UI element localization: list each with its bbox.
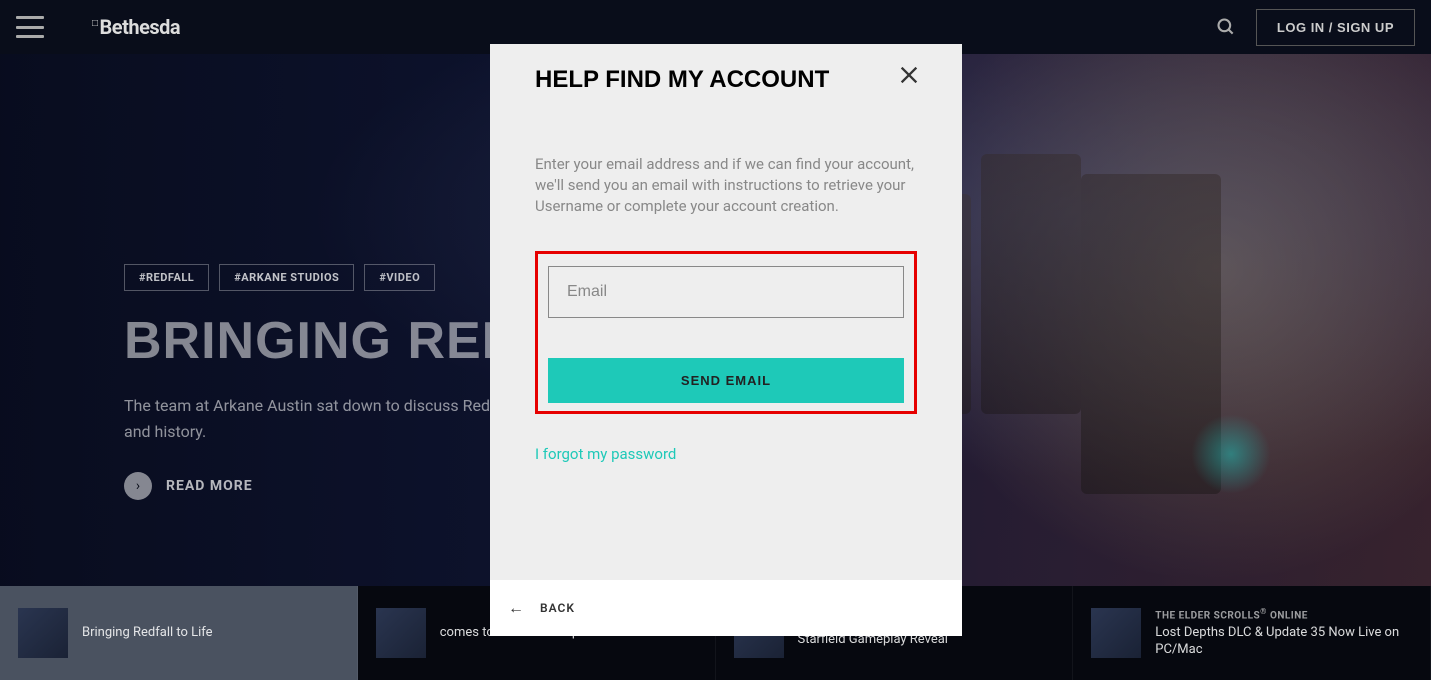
modal-footer: ← BACK <box>490 580 962 636</box>
modal-title: HELP FIND MY ACCOUNT <box>535 66 917 94</box>
forgot-password-link[interactable]: I forgot my password <box>535 445 676 463</box>
highlight-box: SEND EMAIL <box>535 251 917 414</box>
send-email-button[interactable]: SEND EMAIL <box>548 358 904 403</box>
find-account-modal: HELP FIND MY ACCOUNT Enter your email ad… <box>490 44 962 636</box>
close-icon[interactable] <box>898 64 920 90</box>
arrow-left-icon[interactable]: ← <box>508 598 524 618</box>
email-field[interactable] <box>548 266 904 318</box>
back-button[interactable]: BACK <box>540 601 575 615</box>
modal-description: Enter your email address and if we can f… <box>535 154 917 217</box>
